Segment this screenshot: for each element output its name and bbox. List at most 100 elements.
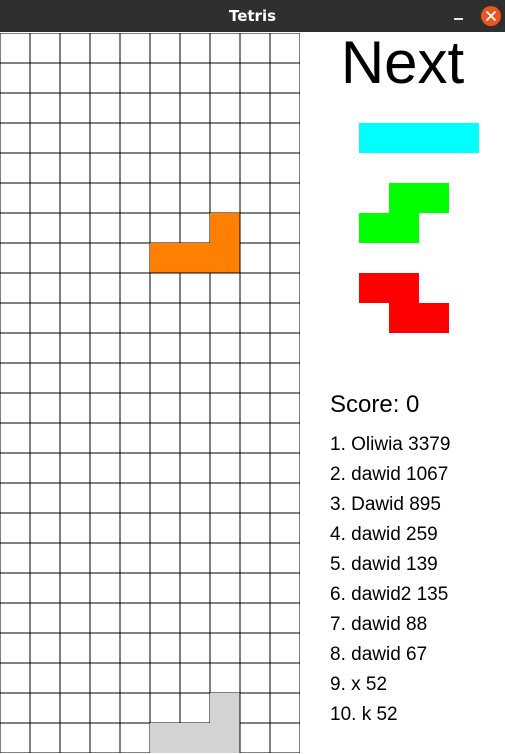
- board-cell: [149, 152, 181, 184]
- board-cell: [119, 482, 151, 514]
- board-cell: [269, 332, 300, 364]
- board-cell: [269, 242, 300, 274]
- board-cell: [179, 62, 211, 94]
- board-cell: [29, 602, 61, 634]
- board-cell: [269, 182, 300, 214]
- board-cell: [119, 692, 151, 724]
- board-cell: [59, 212, 91, 244]
- highscore-entry: 2. dawid 1067: [330, 464, 449, 485]
- board-cell: [269, 662, 300, 694]
- board-cell: [209, 602, 241, 634]
- board-cell: [149, 272, 181, 304]
- board-cell: [29, 242, 61, 274]
- board-cell: [209, 512, 241, 544]
- board-cell: [59, 632, 91, 664]
- board-cell: [179, 572, 211, 604]
- board-cell: [29, 572, 61, 604]
- board-cell: [89, 662, 121, 694]
- board-cell: [0, 362, 31, 394]
- board-cell: [269, 272, 300, 304]
- board-cell: [209, 302, 241, 334]
- board-cell: [149, 212, 181, 244]
- board-cell: [239, 62, 271, 94]
- board-grid: [0, 33, 300, 753]
- next-piece-block: [419, 123, 449, 153]
- highscore-entry: 7. dawid 88: [330, 614, 428, 635]
- board-cell: [239, 242, 271, 274]
- side-panel: Next Score: 0 1. Oliwia 3379 2. dawid 106…: [300, 33, 505, 753]
- board-cell: [149, 62, 181, 94]
- board-cell: [209, 62, 241, 94]
- active-piece-block: [210, 213, 240, 243]
- board-cell: [29, 542, 61, 574]
- board-cell: [239, 512, 271, 544]
- highscore-list: 1. Oliwia 3379 2. dawid 1067 3. Dawid 895 4…: [330, 430, 450, 730]
- board-cell: [0, 512, 31, 544]
- board-cell: [119, 452, 151, 484]
- board-cell: [149, 452, 181, 484]
- next-piece-block: [359, 123, 389, 153]
- board-cell: [89, 392, 121, 424]
- board-cell: [269, 722, 300, 753]
- board-cell: [269, 452, 300, 484]
- board-cell: [0, 212, 31, 244]
- board-cell: [29, 362, 61, 394]
- board-cell: [29, 212, 61, 244]
- board-cell: [29, 62, 61, 94]
- board-cell: [29, 182, 61, 214]
- board-cell: [179, 392, 211, 424]
- game-board[interactable]: [0, 33, 300, 753]
- board-cell: [89, 242, 121, 274]
- board-cell: [89, 212, 121, 244]
- board-cell: [269, 152, 300, 184]
- board-cell: [179, 362, 211, 394]
- board-cell: [59, 602, 91, 634]
- next-piece-block: [449, 123, 479, 153]
- board-cell: [149, 182, 181, 214]
- board-cell: [179, 332, 211, 364]
- board-cell: [119, 422, 151, 454]
- board-cell: [209, 452, 241, 484]
- board-cell: [179, 602, 211, 634]
- board-cell: [209, 182, 241, 214]
- board-cell: [269, 33, 300, 64]
- board-cell: [89, 122, 121, 154]
- board-cell: [239, 692, 271, 724]
- board-cell: [0, 62, 31, 94]
- board-cell: [239, 662, 271, 694]
- active-piece-block: [150, 243, 180, 273]
- next-piece-I: [359, 123, 479, 153]
- board-cell: [209, 122, 241, 154]
- next-piece-Z: [359, 273, 449, 333]
- locked-block: [150, 723, 180, 753]
- board-cell: [149, 662, 181, 694]
- board-cell: [269, 482, 300, 514]
- highscore-entry: 1. Oliwia 3379: [330, 434, 451, 455]
- board-cell: [269, 62, 300, 94]
- next-piece-block: [389, 213, 419, 243]
- next-piece-block: [359, 213, 389, 243]
- board-cell: [119, 332, 151, 364]
- minimize-button[interactable]: [449, 6, 469, 26]
- board-cell: [179, 422, 211, 454]
- board-cell: [89, 272, 121, 304]
- next-piece-block: [359, 273, 389, 303]
- board-cell: [239, 392, 271, 424]
- board-cell: [269, 302, 300, 334]
- board-cell: [209, 33, 241, 64]
- board-cell: [29, 122, 61, 154]
- board-cell: [119, 33, 151, 64]
- board-cell: [119, 182, 151, 214]
- board-cell: [149, 33, 181, 64]
- board-cell: [269, 92, 300, 124]
- close-button[interactable]: [481, 6, 501, 26]
- board-cell: [239, 272, 271, 304]
- board-cell: [89, 602, 121, 634]
- board-cell: [149, 542, 181, 574]
- board-cell: [149, 482, 181, 514]
- board-cell: [209, 662, 241, 694]
- board-cell: [149, 92, 181, 124]
- board-cell: [269, 542, 300, 574]
- highscore-entry: 3. Dawid 895: [330, 494, 441, 515]
- board-cell: [179, 452, 211, 484]
